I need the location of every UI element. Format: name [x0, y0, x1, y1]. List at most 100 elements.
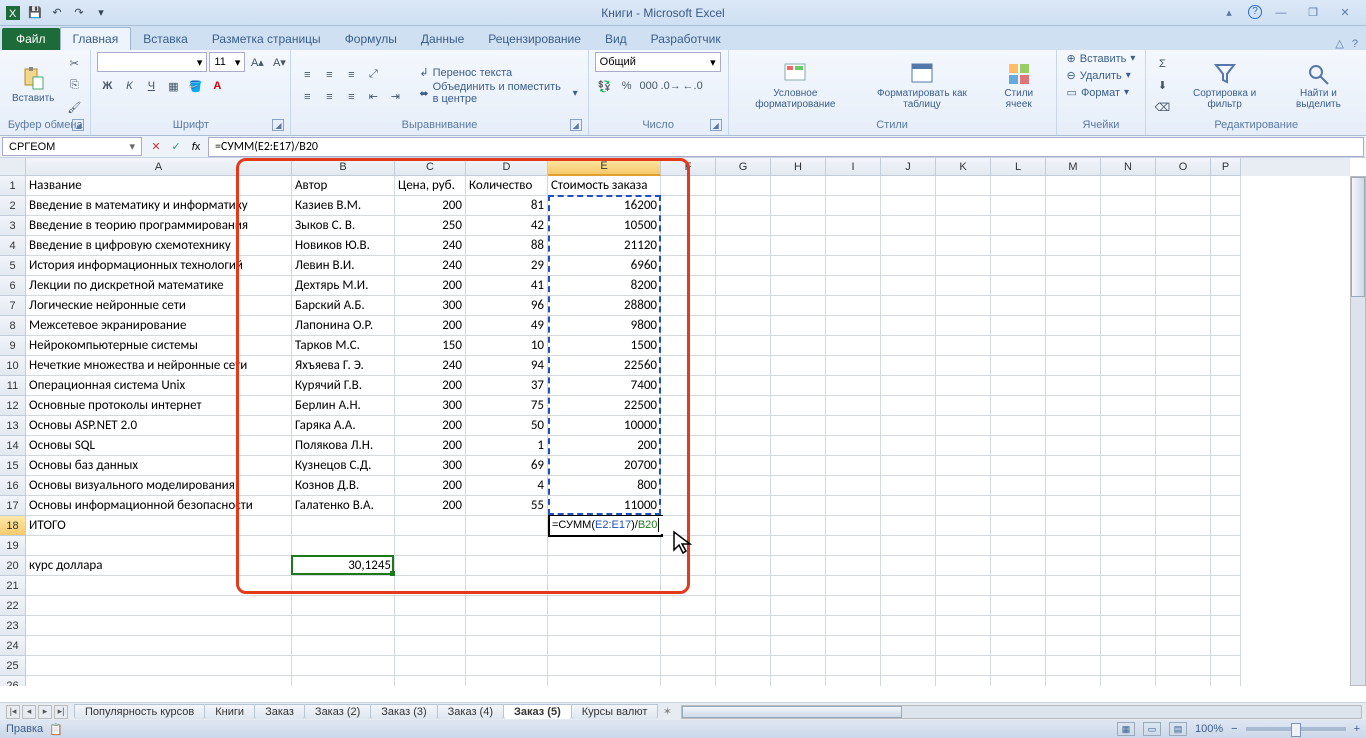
- cell[interactable]: [716, 216, 771, 236]
- cell[interactable]: 75: [466, 396, 548, 416]
- format-painter-icon[interactable]: 🖌: [64, 98, 84, 118]
- cell[interactable]: [1156, 576, 1211, 596]
- cell[interactable]: [771, 636, 826, 656]
- clipboard-dialog-icon[interactable]: ◢: [72, 119, 84, 131]
- cell[interactable]: [661, 656, 716, 676]
- font-dialog-icon[interactable]: ◢: [272, 119, 284, 131]
- cell[interactable]: Основы SQL: [26, 436, 292, 456]
- cell[interactable]: 200: [395, 476, 466, 496]
- ribbon-tab[interactable]: Вставка: [131, 28, 200, 50]
- cell[interactable]: [716, 396, 771, 416]
- cell[interactable]: Новиков Ю.В.: [292, 236, 395, 256]
- align-center-icon[interactable]: ≡: [319, 87, 339, 107]
- cell[interactable]: 29: [466, 256, 548, 276]
- file-tab[interactable]: Файл: [2, 28, 60, 50]
- cell[interactable]: [466, 516, 548, 536]
- cell[interactable]: [716, 436, 771, 456]
- cell[interactable]: [1046, 356, 1101, 376]
- cell[interactable]: [826, 656, 881, 676]
- cell[interactable]: [936, 176, 991, 196]
- cell[interactable]: Левин В.И.: [292, 256, 395, 276]
- cell[interactable]: [936, 616, 991, 636]
- cell[interactable]: [771, 656, 826, 676]
- cell[interactable]: [771, 496, 826, 516]
- cell[interactable]: [991, 516, 1046, 536]
- border-icon[interactable]: ▦: [163, 76, 183, 96]
- row-header[interactable]: 23: [0, 616, 26, 636]
- cell[interactable]: Логические нейронные сети: [26, 296, 292, 316]
- fill-icon[interactable]: ⬇: [1152, 76, 1172, 96]
- font-color-icon[interactable]: A: [207, 76, 227, 96]
- cut-icon[interactable]: ✂: [64, 54, 84, 74]
- cell[interactable]: [548, 616, 661, 636]
- align-right-icon[interactable]: ≡: [341, 87, 361, 107]
- cell[interactable]: Гаряка А.А.: [292, 416, 395, 436]
- format-cells-button[interactable]: ▭Формат ▾: [1063, 86, 1134, 99]
- row-header[interactable]: 21: [0, 576, 26, 596]
- cell[interactable]: [881, 676, 936, 686]
- cell[interactable]: [661, 556, 716, 576]
- sheet-tab[interactable]: Популярность курсов: [74, 704, 205, 719]
- cell[interactable]: [991, 196, 1046, 216]
- sheet-tab[interactable]: Курсы валют: [571, 704, 659, 719]
- cell[interactable]: [1156, 616, 1211, 636]
- cell[interactable]: 20700: [548, 456, 661, 476]
- formula-input[interactable]: =СУММ(E2:E17)/B20: [208, 137, 1364, 157]
- cell[interactable]: [771, 596, 826, 616]
- cell[interactable]: [1046, 256, 1101, 276]
- ribbon-tab[interactable]: Разработчик: [639, 28, 733, 50]
- cell[interactable]: [1046, 596, 1101, 616]
- cell[interactable]: 50: [466, 416, 548, 436]
- cell[interactable]: 7400: [548, 376, 661, 396]
- cell[interactable]: [991, 176, 1046, 196]
- cell[interactable]: Основы баз данных: [26, 456, 292, 476]
- cell[interactable]: [1046, 616, 1101, 636]
- merge-button[interactable]: ⬌Объединить и поместить в центре ▾: [415, 81, 581, 105]
- cell[interactable]: [826, 356, 881, 376]
- cell[interactable]: [1156, 196, 1211, 216]
- percent-icon[interactable]: %: [617, 76, 637, 96]
- cell[interactable]: [548, 596, 661, 616]
- cell[interactable]: [881, 256, 936, 276]
- cell[interactable]: [1101, 556, 1156, 576]
- cell[interactable]: [826, 596, 881, 616]
- cell[interactable]: [881, 536, 936, 556]
- cell[interactable]: [826, 216, 881, 236]
- cell[interactable]: [771, 296, 826, 316]
- cell[interactable]: [1211, 196, 1241, 216]
- bold-icon[interactable]: Ж: [97, 76, 117, 96]
- cell[interactable]: [936, 476, 991, 496]
- cell[interactable]: [1156, 176, 1211, 196]
- wrap-text-button[interactable]: ↲Перенос текста: [415, 66, 581, 79]
- cell[interactable]: 200: [548, 436, 661, 456]
- cell[interactable]: [881, 556, 936, 576]
- grow-font-icon[interactable]: A▴: [247, 52, 267, 72]
- cell[interactable]: [1156, 636, 1211, 656]
- name-box[interactable]: СРГЕОМ▾: [2, 137, 142, 156]
- cell[interactable]: [661, 536, 716, 556]
- row-header[interactable]: 15: [0, 456, 26, 476]
- zoom-out-icon[interactable]: −: [1231, 723, 1237, 735]
- cell[interactable]: [826, 256, 881, 276]
- cell[interactable]: [771, 256, 826, 276]
- autosum-icon[interactable]: Σ: [1152, 54, 1172, 74]
- cell[interactable]: [1046, 636, 1101, 656]
- column-header[interactable]: I: [826, 158, 881, 176]
- number-format-combo[interactable]: Общий▾: [595, 52, 721, 72]
- cell[interactable]: [826, 276, 881, 296]
- cell[interactable]: [1211, 216, 1241, 236]
- cell[interactable]: [1156, 676, 1211, 686]
- cell[interactable]: 41: [466, 276, 548, 296]
- cell[interactable]: [771, 396, 826, 416]
- cell[interactable]: [1046, 196, 1101, 216]
- cell[interactable]: [1101, 616, 1156, 636]
- cell[interactable]: 200: [395, 496, 466, 516]
- spreadsheet-grid[interactable]: ABCDEFGHIJKLMNOP 1НазваниеАвторЦена, руб…: [0, 158, 1366, 702]
- cell[interactable]: [716, 516, 771, 536]
- cell[interactable]: 28800: [548, 296, 661, 316]
- cell[interactable]: [1046, 416, 1101, 436]
- cell[interactable]: [1156, 556, 1211, 576]
- cell[interactable]: [1101, 536, 1156, 556]
- cell[interactable]: 69: [466, 456, 548, 476]
- cell[interactable]: [826, 476, 881, 496]
